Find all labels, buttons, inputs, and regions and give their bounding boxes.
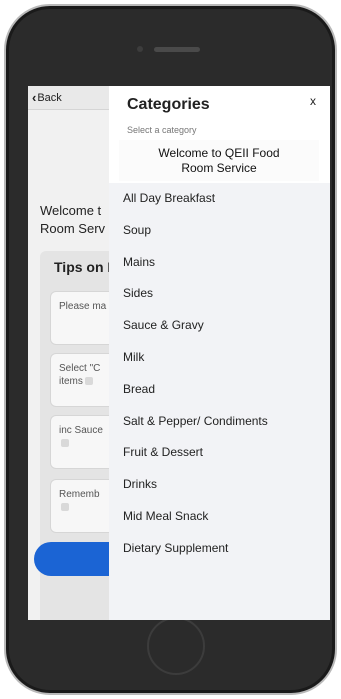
category-item-soup[interactable]: Soup	[109, 215, 330, 247]
category-item-sauce-gravy[interactable]: Sauce & Gravy	[109, 310, 330, 342]
inline-badge	[61, 439, 69, 448]
category-item-all-day-breakfast[interactable]: All Day Breakfast	[109, 183, 330, 215]
category-item-drinks[interactable]: Drinks	[109, 469, 330, 501]
category-item-bread[interactable]: Bread	[109, 374, 330, 406]
screen: ‹ Back Welcome t Room Serv Tips on H Ple…	[28, 86, 330, 620]
panel-title: Categories	[127, 96, 210, 113]
back-button[interactable]: ‹ Back	[32, 90, 62, 105]
home-button[interactable]	[147, 617, 205, 675]
inline-badge	[61, 503, 69, 512]
category-list: All Day Breakfast Soup Mains Sides Sauce…	[109, 183, 330, 620]
inline-badge	[84, 377, 93, 386]
category-item-fruit-dessert[interactable]: Fruit & Dessert	[109, 437, 330, 469]
front-camera	[137, 46, 143, 52]
back-label: Back	[37, 92, 62, 104]
category-item-mains[interactable]: Mains	[109, 247, 330, 279]
category-item-condiments[interactable]: Salt & Pepper/ Condiments	[109, 406, 330, 438]
category-item-sides[interactable]: Sides	[109, 278, 330, 310]
welcome-banner: Welcome to QEII Food Room Service	[119, 140, 319, 181]
category-item-mid-meal-snack[interactable]: Mid Meal Snack	[109, 501, 330, 533]
earpiece-speaker	[154, 47, 200, 52]
categories-panel: Categories x Select a category Welcome t…	[109, 86, 330, 620]
category-item-dietary-supplement[interactable]: Dietary Supplement	[109, 533, 330, 565]
category-item-milk[interactable]: Milk	[109, 342, 330, 374]
tips-title: Tips on H	[54, 259, 118, 275]
panel-subtitle: Select a category	[127, 125, 197, 135]
chevron-left-icon: ‹	[32, 90, 37, 105]
close-icon[interactable]: x	[310, 94, 316, 108]
